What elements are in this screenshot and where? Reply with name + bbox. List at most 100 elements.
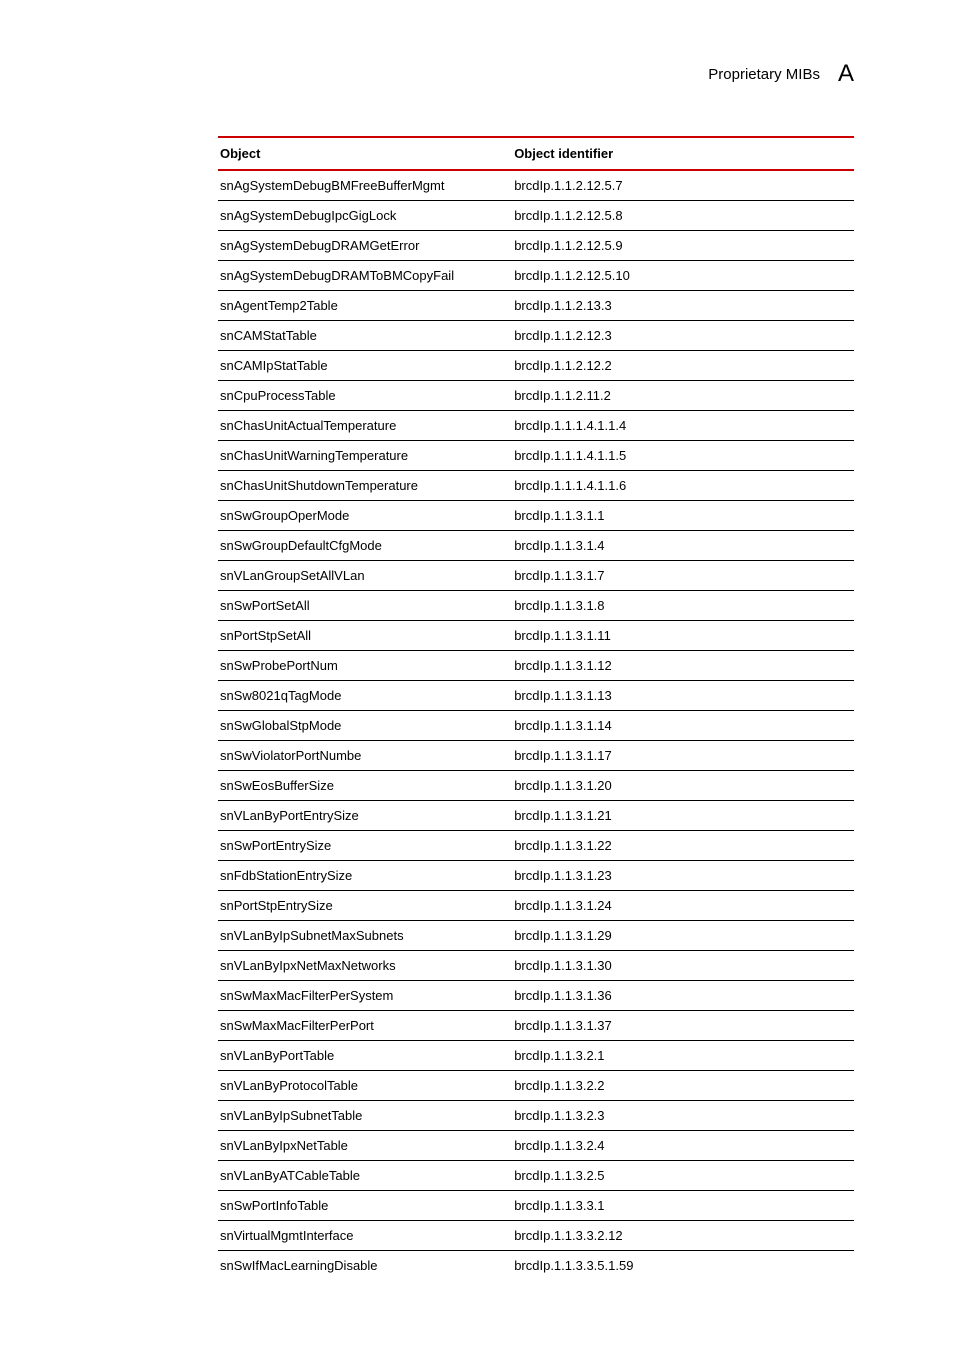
table-row: snAgSystemDebugIpcGigLockbrcdIp.1.1.2.12… bbox=[218, 201, 854, 231]
cell-object: snSwPortSetAll bbox=[218, 591, 512, 621]
cell-object: snFdbStationEntrySize bbox=[218, 861, 512, 891]
table-row: snSwIfMacLearningDisablebrcdIp.1.1.3.3.5… bbox=[218, 1251, 854, 1281]
cell-object: snSwViolatorPortNumbe bbox=[218, 741, 512, 771]
cell-object: snSwProbePortNum bbox=[218, 651, 512, 681]
table-row: snAgSystemDebugDRAMGetErrorbrcdIp.1.1.2.… bbox=[218, 231, 854, 261]
cell-object: snVLanByIpSubnetTable bbox=[218, 1101, 512, 1131]
table-header-row: Object Object identifier bbox=[218, 137, 854, 170]
cell-oid: brcdIp.1.1.3.1.7 bbox=[512, 561, 854, 591]
cell-object: snCpuProcessTable bbox=[218, 381, 512, 411]
cell-oid: brcdIp.1.1.3.1.8 bbox=[512, 591, 854, 621]
page-header: Proprietary MIBs A bbox=[218, 60, 854, 88]
cell-oid: brcdIp.1.1.3.1.29 bbox=[512, 921, 854, 951]
cell-oid: brcdIp.1.1.3.3.2.12 bbox=[512, 1221, 854, 1251]
cell-oid: brcdIp.1.1.3.3.5.1.59 bbox=[512, 1251, 854, 1281]
cell-oid: brcdIp.1.1.3.1.11 bbox=[512, 621, 854, 651]
table-row: snChasUnitShutdownTemperaturebrcdIp.1.1.… bbox=[218, 471, 854, 501]
cell-oid: brcdIp.1.1.1.4.1.1.6 bbox=[512, 471, 854, 501]
table-row: snVLanByPortEntrySizebrcdIp.1.1.3.1.21 bbox=[218, 801, 854, 831]
cell-object: snVLanByIpSubnetMaxSubnets bbox=[218, 921, 512, 951]
cell-object: snSwGroupOperMode bbox=[218, 501, 512, 531]
cell-object: snSwMaxMacFilterPerPort bbox=[218, 1011, 512, 1041]
cell-oid: brcdIp.1.1.2.12.5.7 bbox=[512, 170, 854, 201]
cell-oid: brcdIp.1.1.2.13.3 bbox=[512, 291, 854, 321]
table-row: snAgentTemp2TablebrcdIp.1.1.2.13.3 bbox=[218, 291, 854, 321]
cell-object: snSwGroupDefaultCfgMode bbox=[218, 531, 512, 561]
table-row: snSwMaxMacFilterPerPortbrcdIp.1.1.3.1.37 bbox=[218, 1011, 854, 1041]
table-row: snVirtualMgmtInterfacebrcdIp.1.1.3.3.2.1… bbox=[218, 1221, 854, 1251]
cell-oid: brcdIp.1.1.3.1.20 bbox=[512, 771, 854, 801]
cell-object: snAgSystemDebugDRAMGetError bbox=[218, 231, 512, 261]
cell-object: snAgentTemp2Table bbox=[218, 291, 512, 321]
table-row: snSwPortEntrySizebrcdIp.1.1.3.1.22 bbox=[218, 831, 854, 861]
cell-object: snVirtualMgmtInterface bbox=[218, 1221, 512, 1251]
table-row: snSwGroupDefaultCfgModebrcdIp.1.1.3.1.4 bbox=[218, 531, 854, 561]
cell-object: snCAMStatTable bbox=[218, 321, 512, 351]
cell-oid: brcdIp.1.1.2.12.5.10 bbox=[512, 261, 854, 291]
table-row: snPortStpEntrySizebrcdIp.1.1.3.1.24 bbox=[218, 891, 854, 921]
table-row: snSwPortInfoTablebrcdIp.1.1.3.3.1 bbox=[218, 1191, 854, 1221]
cell-object: snSwMaxMacFilterPerSystem bbox=[218, 981, 512, 1011]
cell-object: snVLanByIpxNetTable bbox=[218, 1131, 512, 1161]
col-header-oid: Object identifier bbox=[512, 137, 854, 170]
cell-object: snSwEosBufferSize bbox=[218, 771, 512, 801]
table-row: snPortStpSetAllbrcdIp.1.1.3.1.11 bbox=[218, 621, 854, 651]
cell-oid: brcdIp.1.1.2.12.5.9 bbox=[512, 231, 854, 261]
col-header-object: Object bbox=[218, 137, 512, 170]
table-row: snCAMStatTablebrcdIp.1.1.2.12.3 bbox=[218, 321, 854, 351]
cell-oid: brcdIp.1.1.3.1.23 bbox=[512, 861, 854, 891]
cell-oid: brcdIp.1.1.2.12.3 bbox=[512, 321, 854, 351]
cell-oid: brcdIp.1.1.3.1.21 bbox=[512, 801, 854, 831]
table-row: snVLanByIpxNetTablebrcdIp.1.1.3.2.4 bbox=[218, 1131, 854, 1161]
table-row: snVLanGroupSetAllVLanbrcdIp.1.1.3.1.7 bbox=[218, 561, 854, 591]
cell-object: snSwIfMacLearningDisable bbox=[218, 1251, 512, 1281]
cell-object: snVLanByProtocolTable bbox=[218, 1071, 512, 1101]
cell-oid: brcdIp.1.1.2.12.2 bbox=[512, 351, 854, 381]
cell-object: snSwPortInfoTable bbox=[218, 1191, 512, 1221]
cell-oid: brcdIp.1.1.3.2.1 bbox=[512, 1041, 854, 1071]
table-row: snSwProbePortNumbrcdIp.1.1.3.1.12 bbox=[218, 651, 854, 681]
table-row: snVLanByProtocolTablebrcdIp.1.1.3.2.2 bbox=[218, 1071, 854, 1101]
appendix-badge: A bbox=[838, 60, 854, 88]
table-row: snAgSystemDebugDRAMToBMCopyFailbrcdIp.1.… bbox=[218, 261, 854, 291]
table-row: snSwGlobalStpModebrcdIp.1.1.3.1.14 bbox=[218, 711, 854, 741]
table-row: snSwGroupOperModebrcdIp.1.1.3.1.1 bbox=[218, 501, 854, 531]
table-row: snVLanByATCableTablebrcdIp.1.1.3.2.5 bbox=[218, 1161, 854, 1191]
table-row: snVLanByPortTablebrcdIp.1.1.3.2.1 bbox=[218, 1041, 854, 1071]
table-row: snSw8021qTagModebrcdIp.1.1.3.1.13 bbox=[218, 681, 854, 711]
page: Proprietary MIBs A Object Object identif… bbox=[0, 0, 954, 1360]
cell-oid: brcdIp.1.1.3.2.3 bbox=[512, 1101, 854, 1131]
cell-oid: brcdIp.1.1.3.1.24 bbox=[512, 891, 854, 921]
cell-oid: brcdIp.1.1.1.4.1.1.5 bbox=[512, 441, 854, 471]
table-row: snSwEosBufferSizebrcdIp.1.1.3.1.20 bbox=[218, 771, 854, 801]
cell-oid: brcdIp.1.1.3.1.14 bbox=[512, 711, 854, 741]
cell-oid: brcdIp.1.1.3.3.1 bbox=[512, 1191, 854, 1221]
cell-object: snCAMIpStatTable bbox=[218, 351, 512, 381]
table-row: snSwViolatorPortNumbebrcdIp.1.1.3.1.17 bbox=[218, 741, 854, 771]
table-row: snCpuProcessTablebrcdIp.1.1.2.11.2 bbox=[218, 381, 854, 411]
table-row: snVLanByIpSubnetMaxSubnetsbrcdIp.1.1.3.1… bbox=[218, 921, 854, 951]
cell-oid: brcdIp.1.1.3.1.30 bbox=[512, 951, 854, 981]
cell-object: snVLanByPortEntrySize bbox=[218, 801, 512, 831]
cell-object: snSw8021qTagMode bbox=[218, 681, 512, 711]
cell-oid: brcdIp.1.1.1.4.1.1.4 bbox=[512, 411, 854, 441]
cell-object: snSwPortEntrySize bbox=[218, 831, 512, 861]
cell-oid: brcdIp.1.1.3.2.2 bbox=[512, 1071, 854, 1101]
cell-object: snPortStpSetAll bbox=[218, 621, 512, 651]
cell-object: snVLanByATCableTable bbox=[218, 1161, 512, 1191]
cell-object: snChasUnitActualTemperature bbox=[218, 411, 512, 441]
cell-object: snSwGlobalStpMode bbox=[218, 711, 512, 741]
cell-oid: brcdIp.1.1.2.12.5.8 bbox=[512, 201, 854, 231]
cell-object: snPortStpEntrySize bbox=[218, 891, 512, 921]
cell-oid: brcdIp.1.1.3.2.5 bbox=[512, 1161, 854, 1191]
cell-object: snAgSystemDebugIpcGigLock bbox=[218, 201, 512, 231]
mib-table: Object Object identifier snAgSystemDebug… bbox=[218, 136, 854, 1280]
cell-oid: brcdIp.1.1.3.2.4 bbox=[512, 1131, 854, 1161]
table-row: snCAMIpStatTablebrcdIp.1.1.2.12.2 bbox=[218, 351, 854, 381]
cell-oid: brcdIp.1.1.3.1.22 bbox=[512, 831, 854, 861]
cell-oid: brcdIp.1.1.3.1.1 bbox=[512, 501, 854, 531]
table-row: snSwPortSetAllbrcdIp.1.1.3.1.8 bbox=[218, 591, 854, 621]
cell-oid: brcdIp.1.1.3.1.17 bbox=[512, 741, 854, 771]
cell-object: snVLanGroupSetAllVLan bbox=[218, 561, 512, 591]
cell-oid: brcdIp.1.1.3.1.13 bbox=[512, 681, 854, 711]
